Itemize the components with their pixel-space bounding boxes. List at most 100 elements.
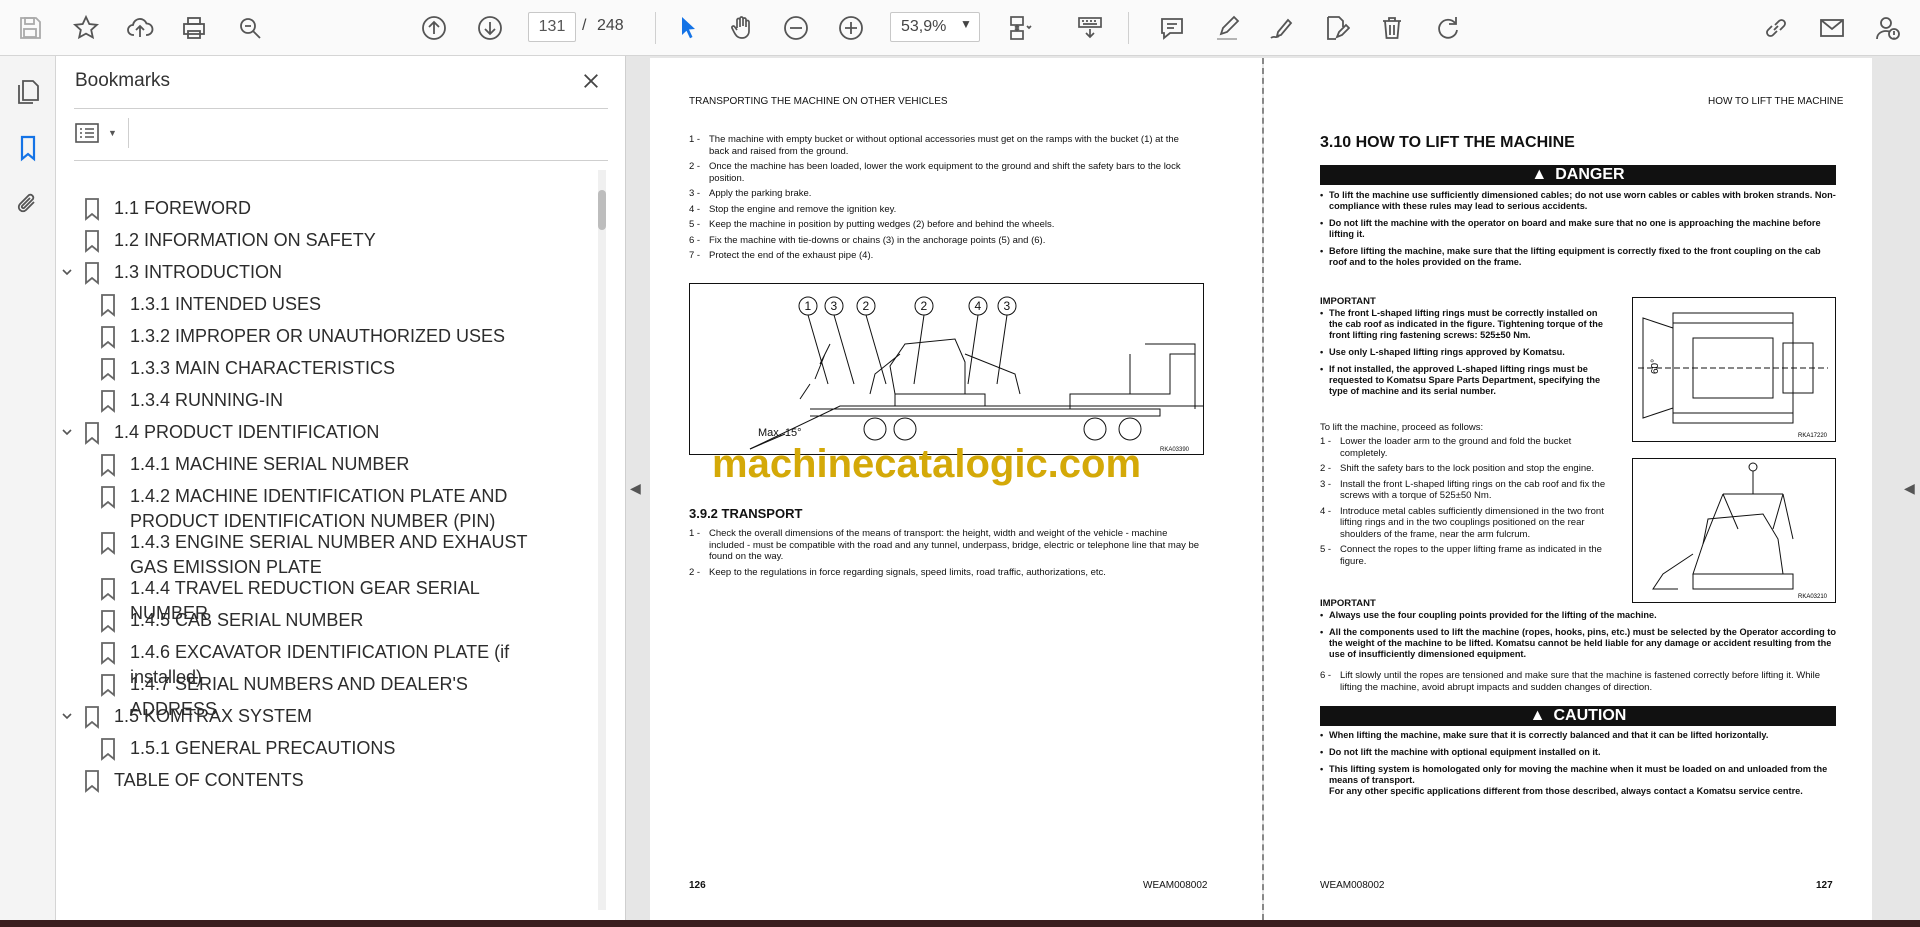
step-item: 3 - Install the front L-shaped lifting ri… [1320, 479, 1606, 502]
cloud-upload-icon[interactable] [120, 8, 160, 48]
step-item: 3 - Apply the parking brake. [689, 188, 1199, 200]
bookmark-label: 1.2 INFORMATION ON SAFETY [114, 230, 376, 250]
step-text: Lift slowly until the ropes are tensione… [1340, 670, 1820, 693]
bullet-text: When lifting the machine, make sure that… [1329, 730, 1769, 740]
angle-label: Max. 15° [758, 427, 802, 439]
page-header: TRANSPORTING THE MACHINE ON OTHER VEHICL… [689, 96, 948, 107]
chevron-down-icon[interactable] [58, 260, 76, 284]
delete-icon[interactable] [1372, 8, 1412, 48]
bullet-dot: • [1320, 627, 1324, 637]
callout-number: 3 [831, 299, 838, 313]
warning-triangle-icon: ▲ [1531, 166, 1548, 183]
save-icon[interactable] [10, 8, 50, 48]
lifting-figure: RKA03210 [1632, 458, 1836, 603]
bullet-text: All the components used to lift the mach… [1329, 627, 1836, 659]
page-total: 248 [597, 17, 624, 34]
collapse-left-pane-icon[interactable]: ◀ [630, 480, 641, 497]
step-number: 5 - [1320, 544, 1332, 555]
bookmark-item[interactable]: 1.4 PRODUCT IDENTIFICATION [56, 420, 596, 446]
bookmark-icon [98, 484, 118, 510]
highlight-icon[interactable] [1207, 8, 1247, 48]
step-text: Fix the machine with tie-downs or chains… [709, 234, 1046, 246]
select-cursor-icon[interactable] [668, 8, 708, 48]
comment-icon[interactable] [1152, 8, 1192, 48]
danger-list: • To lift the machine use sufficiently di… [1320, 190, 1836, 274]
bookmark-label: 1.3.1 INTENDED USES [130, 294, 322, 314]
account-icon[interactable] [1868, 8, 1908, 48]
watermark-text: machinecatalogic.com [712, 442, 1142, 486]
step-item: 2 - Shift the safety bars to the lock pos… [1320, 463, 1606, 475]
list-options-icon [75, 123, 99, 143]
scrollbar-thumb[interactable] [598, 190, 606, 230]
step-item: 2 - Keep to the regulations in force rega… [689, 567, 1204, 579]
keyboard-icon[interactable] [1070, 8, 1110, 48]
page-separator: / [582, 17, 587, 34]
bookmark-item[interactable]: 1.4.5 CAB SERIAL NUMBER [56, 608, 596, 634]
page-127: HOW TO LIFT THE MACHINE 3.10 HOW TO LIFT… [1264, 58, 1872, 920]
bookmark-item[interactable]: 1.4.3 ENGINE SERIAL NUMBER AND EXHAUST G… [56, 530, 596, 580]
bookmark-item[interactable]: 1.5.1 GENERAL PRECAUTIONS [56, 736, 596, 762]
bullet-item: • To lift the machine use sufficiently di… [1320, 190, 1836, 212]
email-icon[interactable] [1812, 8, 1852, 48]
draw-icon[interactable] [1262, 8, 1302, 48]
page-thumbnails-icon[interactable] [8, 72, 48, 112]
zoom-search-icon[interactable] [230, 8, 270, 48]
bookmark-item[interactable]: 1.3.4 RUNNING-IN [56, 388, 596, 414]
print-icon[interactable] [174, 8, 214, 48]
share-link-icon[interactable] [1756, 8, 1796, 48]
bookmark-item[interactable]: 1.1 FOREWORD [56, 196, 596, 222]
bookmark-item[interactable]: 1.3.1 INTENDED USES [56, 292, 596, 318]
bullet-dot: • [1320, 246, 1324, 256]
zoom-in-icon[interactable] [831, 8, 871, 48]
bullet-text: Do not lift the machine with optional eq… [1329, 747, 1601, 757]
bullet-item: • This lifting system is homologated only… [1320, 764, 1836, 797]
attachments-icon[interactable] [8, 184, 48, 224]
bookmark-item[interactable]: 1.3.3 MAIN CHARACTERISTICS [56, 356, 596, 382]
step-text: Protect the end of the exhaust pipe (4). [709, 250, 874, 261]
close-icon[interactable] [576, 66, 606, 96]
page-number-input[interactable]: 131 [528, 12, 576, 42]
bullet-item: • Always use the four coupling points pro… [1320, 610, 1836, 621]
collapse-right-pane-icon[interactable]: ◀ [1904, 480, 1915, 497]
step-number: 6 - [689, 234, 701, 246]
bookmarks-panel: Bookmarks ▼ 1.1 FOREWORD 1.2 INFORMATION … [56, 56, 626, 920]
figure-code: RKA17220 [1798, 433, 1828, 439]
zoom-caret-icon[interactable]: ▼ [960, 17, 972, 31]
bookmark-label: 1.3.4 RUNNING-IN [130, 390, 284, 410]
zoom-out-icon[interactable] [776, 8, 816, 48]
bookmarks-scrollbar[interactable] [598, 170, 606, 910]
chevron-down-icon[interactable] [58, 420, 76, 444]
bookmark-label: 1.4.5 CAB SERIAL NUMBER [130, 610, 364, 630]
lift-steps: 1 - Lower the loader arm to the ground an… [1320, 436, 1606, 571]
bookmark-options-button[interactable]: ▼ [74, 118, 124, 148]
bookmark-item[interactable]: 1.2 INFORMATION ON SAFETY [56, 228, 596, 254]
bookmarks-icon[interactable] [8, 128, 48, 168]
chevron-down-icon[interactable] [58, 704, 76, 728]
step-text: Once the machine has been loaded, lower … [709, 161, 1181, 184]
bookmark-icon [82, 420, 102, 446]
chevron-down-icon: ▼ [108, 128, 117, 138]
bookmark-item[interactable]: 1.4.2 MACHINE IDENTIFICATION PLATE AND P… [56, 484, 596, 534]
bookmark-item[interactable]: 1.3 INTRODUCTION [56, 260, 596, 286]
bookmark-item[interactable]: 1.3.2 IMPROPER OR UNAUTHORIZED USES [56, 324, 596, 350]
bookmark-icon [82, 704, 102, 730]
bookmark-icon [98, 530, 118, 556]
edit-text-icon[interactable] [1316, 8, 1356, 48]
next-page-icon[interactable] [470, 8, 510, 48]
redo-icon[interactable] [1428, 8, 1468, 48]
hand-tool-icon[interactable] [722, 8, 762, 48]
pdf-viewer: 131 / 248 53,9% ▼ Bookmarks ▼ 1.1 FOREWO… [0, 0, 1920, 927]
bookmark-item[interactable]: 1.5 KOMTRAX SYSTEM [56, 704, 596, 730]
step-number: 2 - [689, 161, 701, 172]
previous-page-icon[interactable] [414, 8, 454, 48]
step-item: 5 - Connect the ropes to the upper liftin… [1320, 544, 1606, 567]
step-number: 5 - [689, 219, 701, 230]
star-icon[interactable] [66, 8, 106, 48]
page-fit-icon[interactable] [1000, 8, 1040, 48]
bookmark-item[interactable]: 1.4.1 MACHINE SERIAL NUMBER [56, 452, 596, 478]
bookmark-item[interactable]: TABLE OF CONTENTS [56, 768, 596, 794]
